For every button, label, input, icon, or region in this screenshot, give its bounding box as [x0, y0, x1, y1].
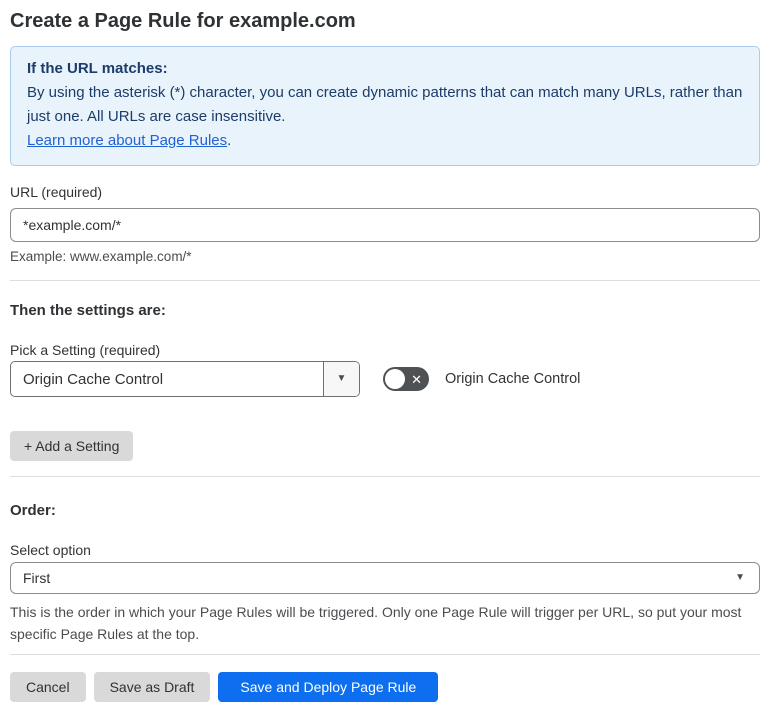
chevron-down-icon: ▼ — [735, 572, 745, 583]
info-box-body: By using the asterisk (*) character, you… — [27, 81, 743, 153]
page-title: Create a Page Rule for example.com — [10, 10, 356, 32]
order-select-label: Select option — [10, 542, 91, 558]
create-page-rule-form: Create a Page Rule for example.com If th… — [0, 9, 770, 702]
section-divider — [10, 476, 760, 477]
toggle-setting-label: Origin Cache Control — [445, 371, 581, 387]
toggle-knob — [385, 369, 405, 389]
order-help-text: This is the order in which your Page Rul… — [10, 604, 742, 642]
learn-more-link[interactable]: Learn more about Page Rules — [27, 132, 227, 149]
setting-select[interactable]: Origin Cache Control ▼ — [10, 361, 360, 397]
setting-select-arrow-button[interactable]: ▼ — [323, 362, 359, 396]
cancel-button[interactable]: Cancel — [10, 672, 86, 702]
save-as-draft-button[interactable]: Save as Draft — [93, 672, 211, 702]
add-setting-button[interactable]: + Add a Setting — [10, 431, 134, 461]
url-field-label: URL (required) — [10, 184, 103, 200]
chevron-down-icon: ▼ — [336, 373, 347, 384]
learn-more-link-suffix: . — [227, 132, 232, 149]
order-section-heading: Order: — [10, 502, 56, 519]
url-match-info-box: If the URL matches: By using the asteris… — [10, 46, 760, 166]
setting-select-value: Origin Cache Control — [23, 370, 164, 388]
setting-row: Origin Cache Control ▼ ✕ Origin Cache Co… — [10, 361, 760, 397]
save-and-deploy-button[interactable]: Save and Deploy Page Rule — [218, 672, 439, 702]
url-input[interactable] — [10, 208, 760, 242]
toggle-off-x-icon: ✕ — [411, 371, 422, 387]
section-divider — [10, 654, 760, 655]
order-select[interactable]: First ▼ — [10, 562, 760, 594]
section-divider — [10, 280, 760, 281]
settings-section-heading: Then the settings are: — [10, 302, 166, 319]
origin-cache-control-toggle[interactable]: ✕ — [383, 367, 429, 391]
order-select-value: First — [23, 570, 51, 586]
url-example-text: Example: www.example.com/* — [10, 249, 192, 264]
footer-actions: Cancel Save as Draft Save and Deploy Pag… — [10, 672, 760, 702]
info-box-heading: If the URL matches: — [27, 60, 168, 77]
pick-setting-label: Pick a Setting (required) — [10, 342, 161, 358]
info-box-body-text: By using the asterisk (*) character, you… — [27, 84, 743, 125]
